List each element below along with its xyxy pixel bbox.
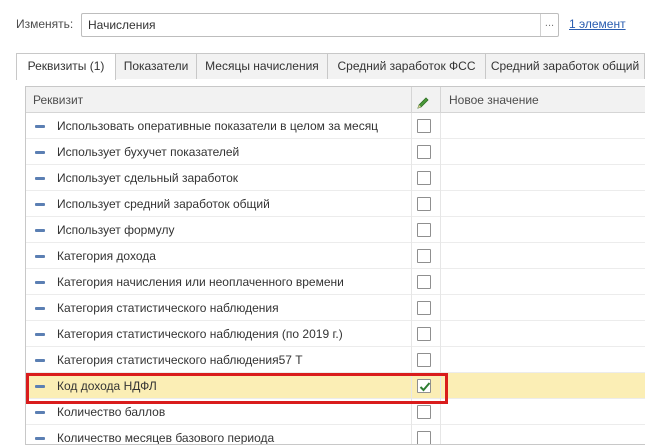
change-checkbox[interactable] bbox=[417, 301, 431, 315]
attribute-label: Категория дохода bbox=[57, 249, 156, 263]
change-checkbox[interactable] bbox=[417, 353, 431, 367]
tab-avg-earnings-general[interactable]: Средний заработок общий bbox=[485, 53, 645, 79]
column-header-new-value[interactable]: Новое значение bbox=[449, 87, 539, 113]
change-checkbox[interactable] bbox=[417, 275, 431, 289]
table-row[interactable]: Использует бухучет показателей bbox=[26, 139, 645, 165]
tab-accrual-months[interactable]: Месяцы начисления bbox=[196, 53, 328, 79]
change-checkbox[interactable] bbox=[417, 249, 431, 263]
tab-bar: Реквизиты (1) Показатели Месяцы начислен… bbox=[16, 53, 645, 80]
attribute-label: Категория статистического наблюдения bbox=[57, 301, 279, 315]
attribute-icon bbox=[35, 359, 45, 362]
select-button[interactable]: ... bbox=[540, 14, 558, 36]
attribute-label: Использовать оперативные показатели в це… bbox=[57, 119, 379, 133]
table-row[interactable]: Использует средний заработок общий bbox=[26, 191, 645, 217]
change-checkbox[interactable] bbox=[417, 145, 431, 159]
change-checkbox[interactable] bbox=[417, 119, 431, 133]
table-row[interactable]: Использовать оперативные показатели в це… bbox=[26, 113, 645, 139]
pencil-icon bbox=[416, 93, 430, 109]
table-row[interactable]: Использует формулу bbox=[26, 217, 645, 243]
table-row[interactable]: Код дохода НДФЛ bbox=[26, 373, 645, 399]
attribute-label: Количество месяцев базового периода bbox=[57, 431, 275, 445]
element-count-link[interactable]: 1 элемент bbox=[569, 17, 626, 31]
header-bar: Изменять: Начисления ... 1 элемент bbox=[0, 0, 645, 50]
attribute-icon bbox=[35, 307, 45, 310]
table-row[interactable]: Категория начисления или неоплаченного в… bbox=[26, 269, 645, 295]
attribute-icon bbox=[35, 437, 45, 440]
attributes-table: Реквизит Новое значение Использовать опе… bbox=[25, 86, 645, 445]
change-checkbox[interactable] bbox=[417, 171, 431, 185]
change-checkbox[interactable] bbox=[417, 405, 431, 419]
tab-indicators[interactable]: Показатели bbox=[115, 53, 197, 79]
tab-attributes[interactable]: Реквизиты (1) bbox=[16, 53, 116, 80]
target-value: Начисления bbox=[88, 18, 156, 32]
attribute-icon bbox=[35, 229, 45, 232]
attribute-icon bbox=[35, 333, 45, 336]
table-header: Реквизит Новое значение bbox=[26, 87, 645, 113]
attribute-icon bbox=[35, 151, 45, 154]
target-field[interactable]: Начисления ... bbox=[81, 13, 559, 37]
attribute-icon bbox=[35, 177, 45, 180]
change-checkbox[interactable] bbox=[417, 197, 431, 211]
attribute-label: Использует средний заработок общий bbox=[57, 197, 270, 211]
attribute-label: Использует формулу bbox=[57, 223, 175, 237]
attribute-label: Категория статистического наблюдения57 Т bbox=[57, 353, 303, 367]
column-header-attribute[interactable]: Реквизит bbox=[33, 87, 83, 113]
change-checkbox[interactable] bbox=[417, 223, 431, 237]
table-row[interactable]: Использует сдельный заработок bbox=[26, 165, 645, 191]
attribute-icon bbox=[35, 125, 45, 128]
attribute-icon bbox=[35, 255, 45, 258]
table-row[interactable]: Категория дохода bbox=[26, 243, 645, 269]
attribute-label: Категория статистического наблюдения (по… bbox=[57, 327, 343, 341]
attribute-label: Использует сдельный заработок bbox=[57, 171, 239, 185]
change-label: Изменять: bbox=[16, 17, 74, 31]
attribute-icon bbox=[35, 411, 45, 414]
attribute-label: Использует бухучет показателей bbox=[57, 145, 240, 159]
attribute-label: Код дохода НДФЛ bbox=[57, 379, 157, 393]
table-row[interactable]: Категория статистического наблюдения57 Т bbox=[26, 347, 645, 373]
change-checkbox[interactable] bbox=[417, 327, 431, 341]
table-row[interactable]: Категория статистического наблюдения bbox=[26, 295, 645, 321]
attribute-icon bbox=[35, 203, 45, 206]
table-row[interactable]: Количество баллов bbox=[26, 399, 645, 425]
attribute-icon bbox=[35, 281, 45, 284]
tab-avg-earnings-fss[interactable]: Средний заработок ФСС bbox=[327, 53, 486, 79]
attribute-label: Категория начисления или неоплаченного в… bbox=[57, 275, 344, 289]
attribute-label: Количество баллов bbox=[57, 405, 166, 419]
table-row[interactable]: Категория статистического наблюдения (по… bbox=[26, 321, 645, 347]
attribute-icon bbox=[35, 385, 45, 388]
change-checkbox[interactable] bbox=[417, 379, 431, 393]
change-checkbox[interactable] bbox=[417, 431, 431, 444]
checkmark-icon bbox=[419, 382, 431, 392]
table-row[interactable]: Количество месяцев базового периода bbox=[26, 425, 645, 445]
